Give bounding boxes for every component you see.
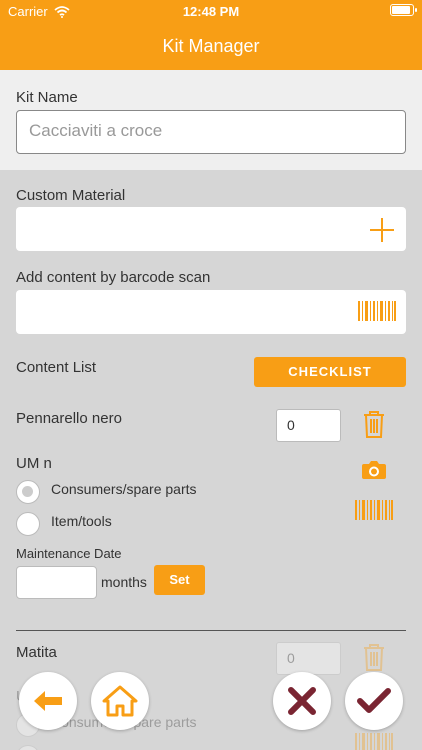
barcode-scan-input[interactable] [16, 290, 406, 334]
item-name: Matita [16, 644, 57, 661]
radio-consumers[interactable] [16, 480, 40, 504]
plus-icon[interactable] [369, 217, 395, 243]
page-title: Kit Manager [162, 36, 260, 56]
kit-name-input[interactable]: Cacciaviti a croce [16, 110, 406, 154]
radio-item-tools-label: Item/tools [51, 513, 112, 529]
checkmark-icon [357, 688, 391, 713]
barcode-icon[interactable] [355, 733, 393, 750]
radio-item-tools[interactable] [16, 745, 40, 750]
checklist-button[interactable]: CHECKLIST [254, 357, 406, 387]
quantity-input[interactable]: 0 [276, 642, 341, 675]
barcode-scan-label: Add content by barcode scan [16, 269, 211, 286]
item-divider [16, 630, 406, 631]
cancel-button[interactable] [273, 672, 331, 730]
maintenance-months-input[interactable] [16, 566, 97, 599]
months-label: months [101, 574, 147, 590]
radio-item-tools[interactable] [16, 512, 40, 536]
back-button[interactable] [19, 672, 77, 730]
kit-name-label: Kit Name [16, 89, 78, 106]
content-list-label: Content List [16, 359, 97, 376]
status-time: 12:48 PM [182, 4, 240, 19]
confirm-button[interactable] [345, 672, 403, 730]
maintenance-date-label: Maintenance Date [16, 546, 122, 561]
set-button[interactable]: Set [154, 565, 205, 595]
x-icon [288, 687, 316, 715]
barcode-icon[interactable] [355, 500, 393, 520]
barcode-icon[interactable] [358, 301, 396, 321]
home-button[interactable] [91, 672, 149, 730]
trash-icon[interactable] [363, 410, 385, 438]
battery-icon [390, 4, 417, 16]
radio-consumers-label: Consumers/spare parts [51, 481, 197, 497]
home-icon [102, 685, 138, 717]
item-name: Pennarello nero [16, 410, 122, 427]
quantity-input[interactable]: 0 [276, 409, 341, 442]
um-label: UM n [16, 455, 52, 472]
status-bar: Carrier 12:48 PM [0, 0, 422, 22]
app-header: Carrier 12:48 PM Kit Manager [0, 0, 422, 70]
custom-material-input[interactable] [16, 207, 406, 251]
custom-material-label: Custom Material [16, 187, 126, 204]
camera-icon[interactable] [361, 460, 387, 480]
trash-icon[interactable] [363, 643, 385, 671]
arrow-left-icon [34, 691, 62, 711]
